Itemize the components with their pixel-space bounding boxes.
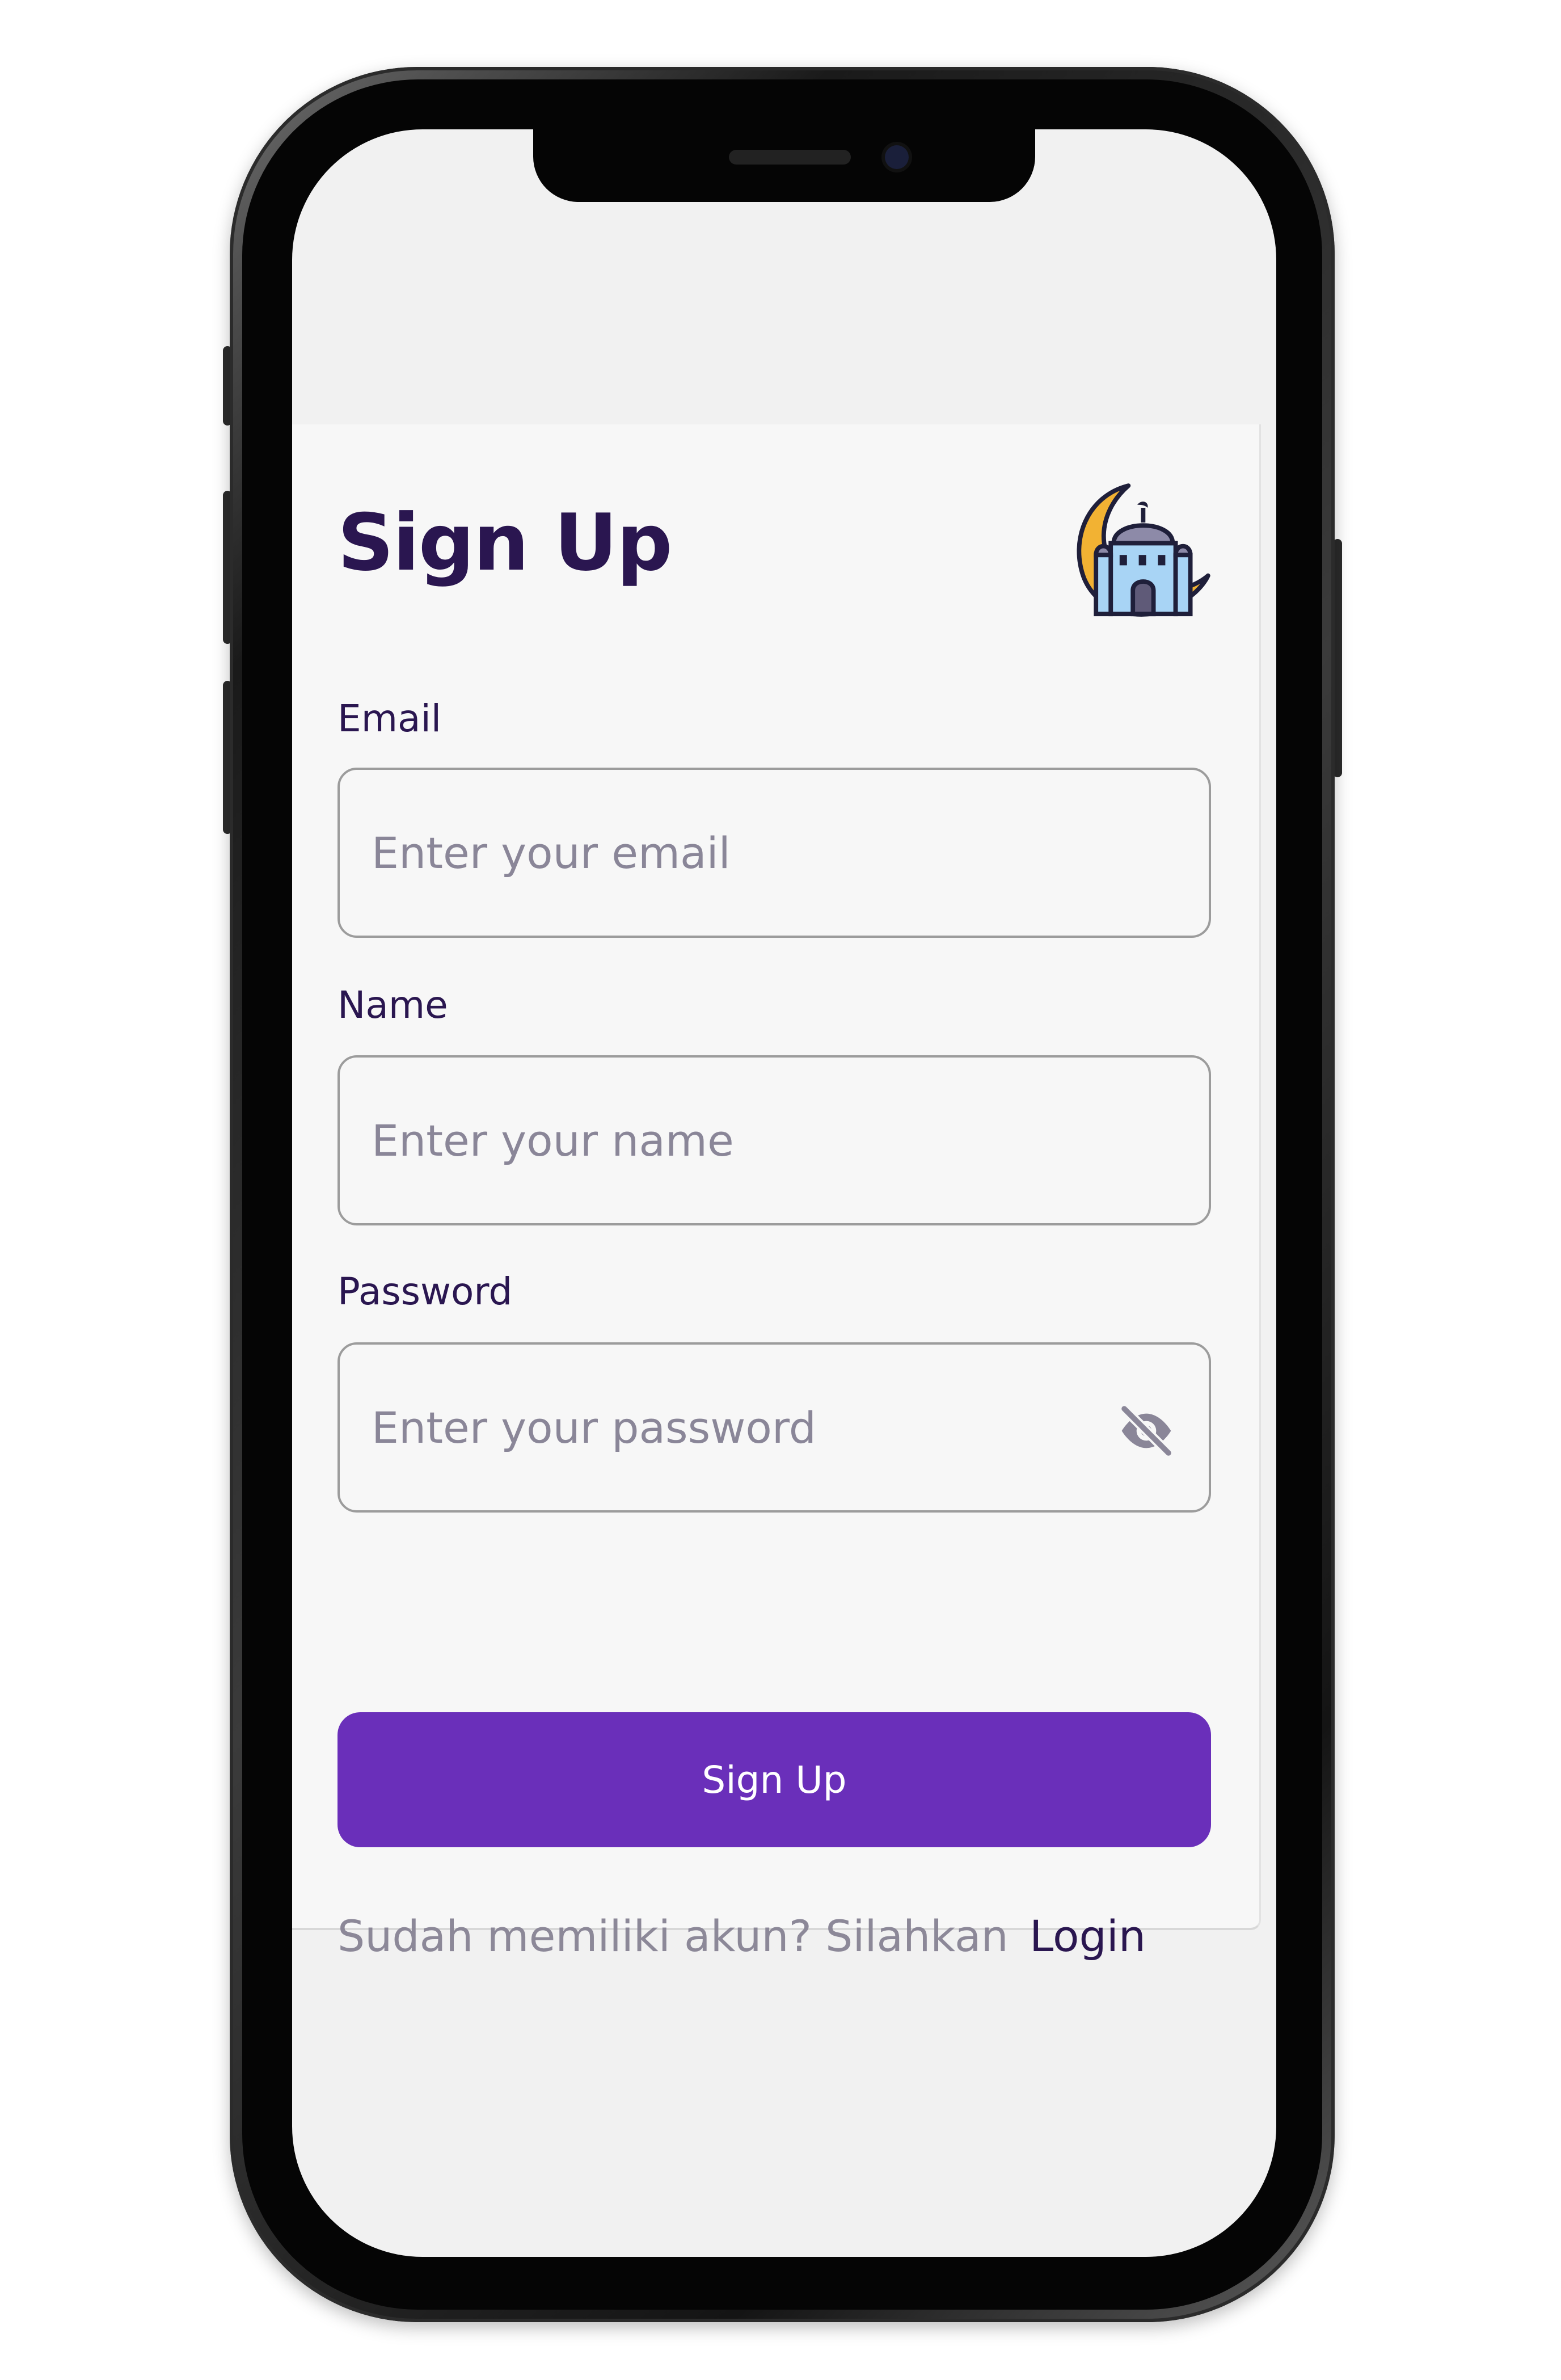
email-field-box[interactable] [337, 768, 1211, 938]
name-field-box[interactable] [337, 1055, 1211, 1225]
mosque-crescent-icon [1077, 483, 1210, 617]
stage: Sign Up Email Enter your email Name Ente… [0, 0, 1561, 2380]
password-field-box[interactable] [337, 1342, 1211, 1513]
password-label: Password [337, 1270, 513, 1313]
name-label: Name [337, 983, 448, 1027]
name-field[interactable] [372, 1058, 1109, 1223]
signup-card: Sign Up Email Enter your email Name Ente… [292, 424, 1261, 1961]
login-link[interactable]: Login [1030, 1911, 1146, 1961]
email-label: Email [337, 697, 442, 740]
page-title: Sign Up [337, 497, 673, 588]
front-camera [885, 145, 909, 169]
eye-off-icon[interactable] [1117, 1406, 1176, 1456]
earpiece-speaker [729, 150, 851, 165]
email-field[interactable] [372, 770, 1109, 936]
sign-up-button[interactable]: Sign Up [337, 1712, 1211, 1847]
phone-screen: Sign Up Email Enter your email Name Ente… [292, 129, 1276, 2257]
notch [533, 129, 1035, 202]
login-prompt-text: Sudah memiliki akun? Silahkan [337, 1911, 1009, 1961]
password-field[interactable] [372, 1345, 1109, 1510]
